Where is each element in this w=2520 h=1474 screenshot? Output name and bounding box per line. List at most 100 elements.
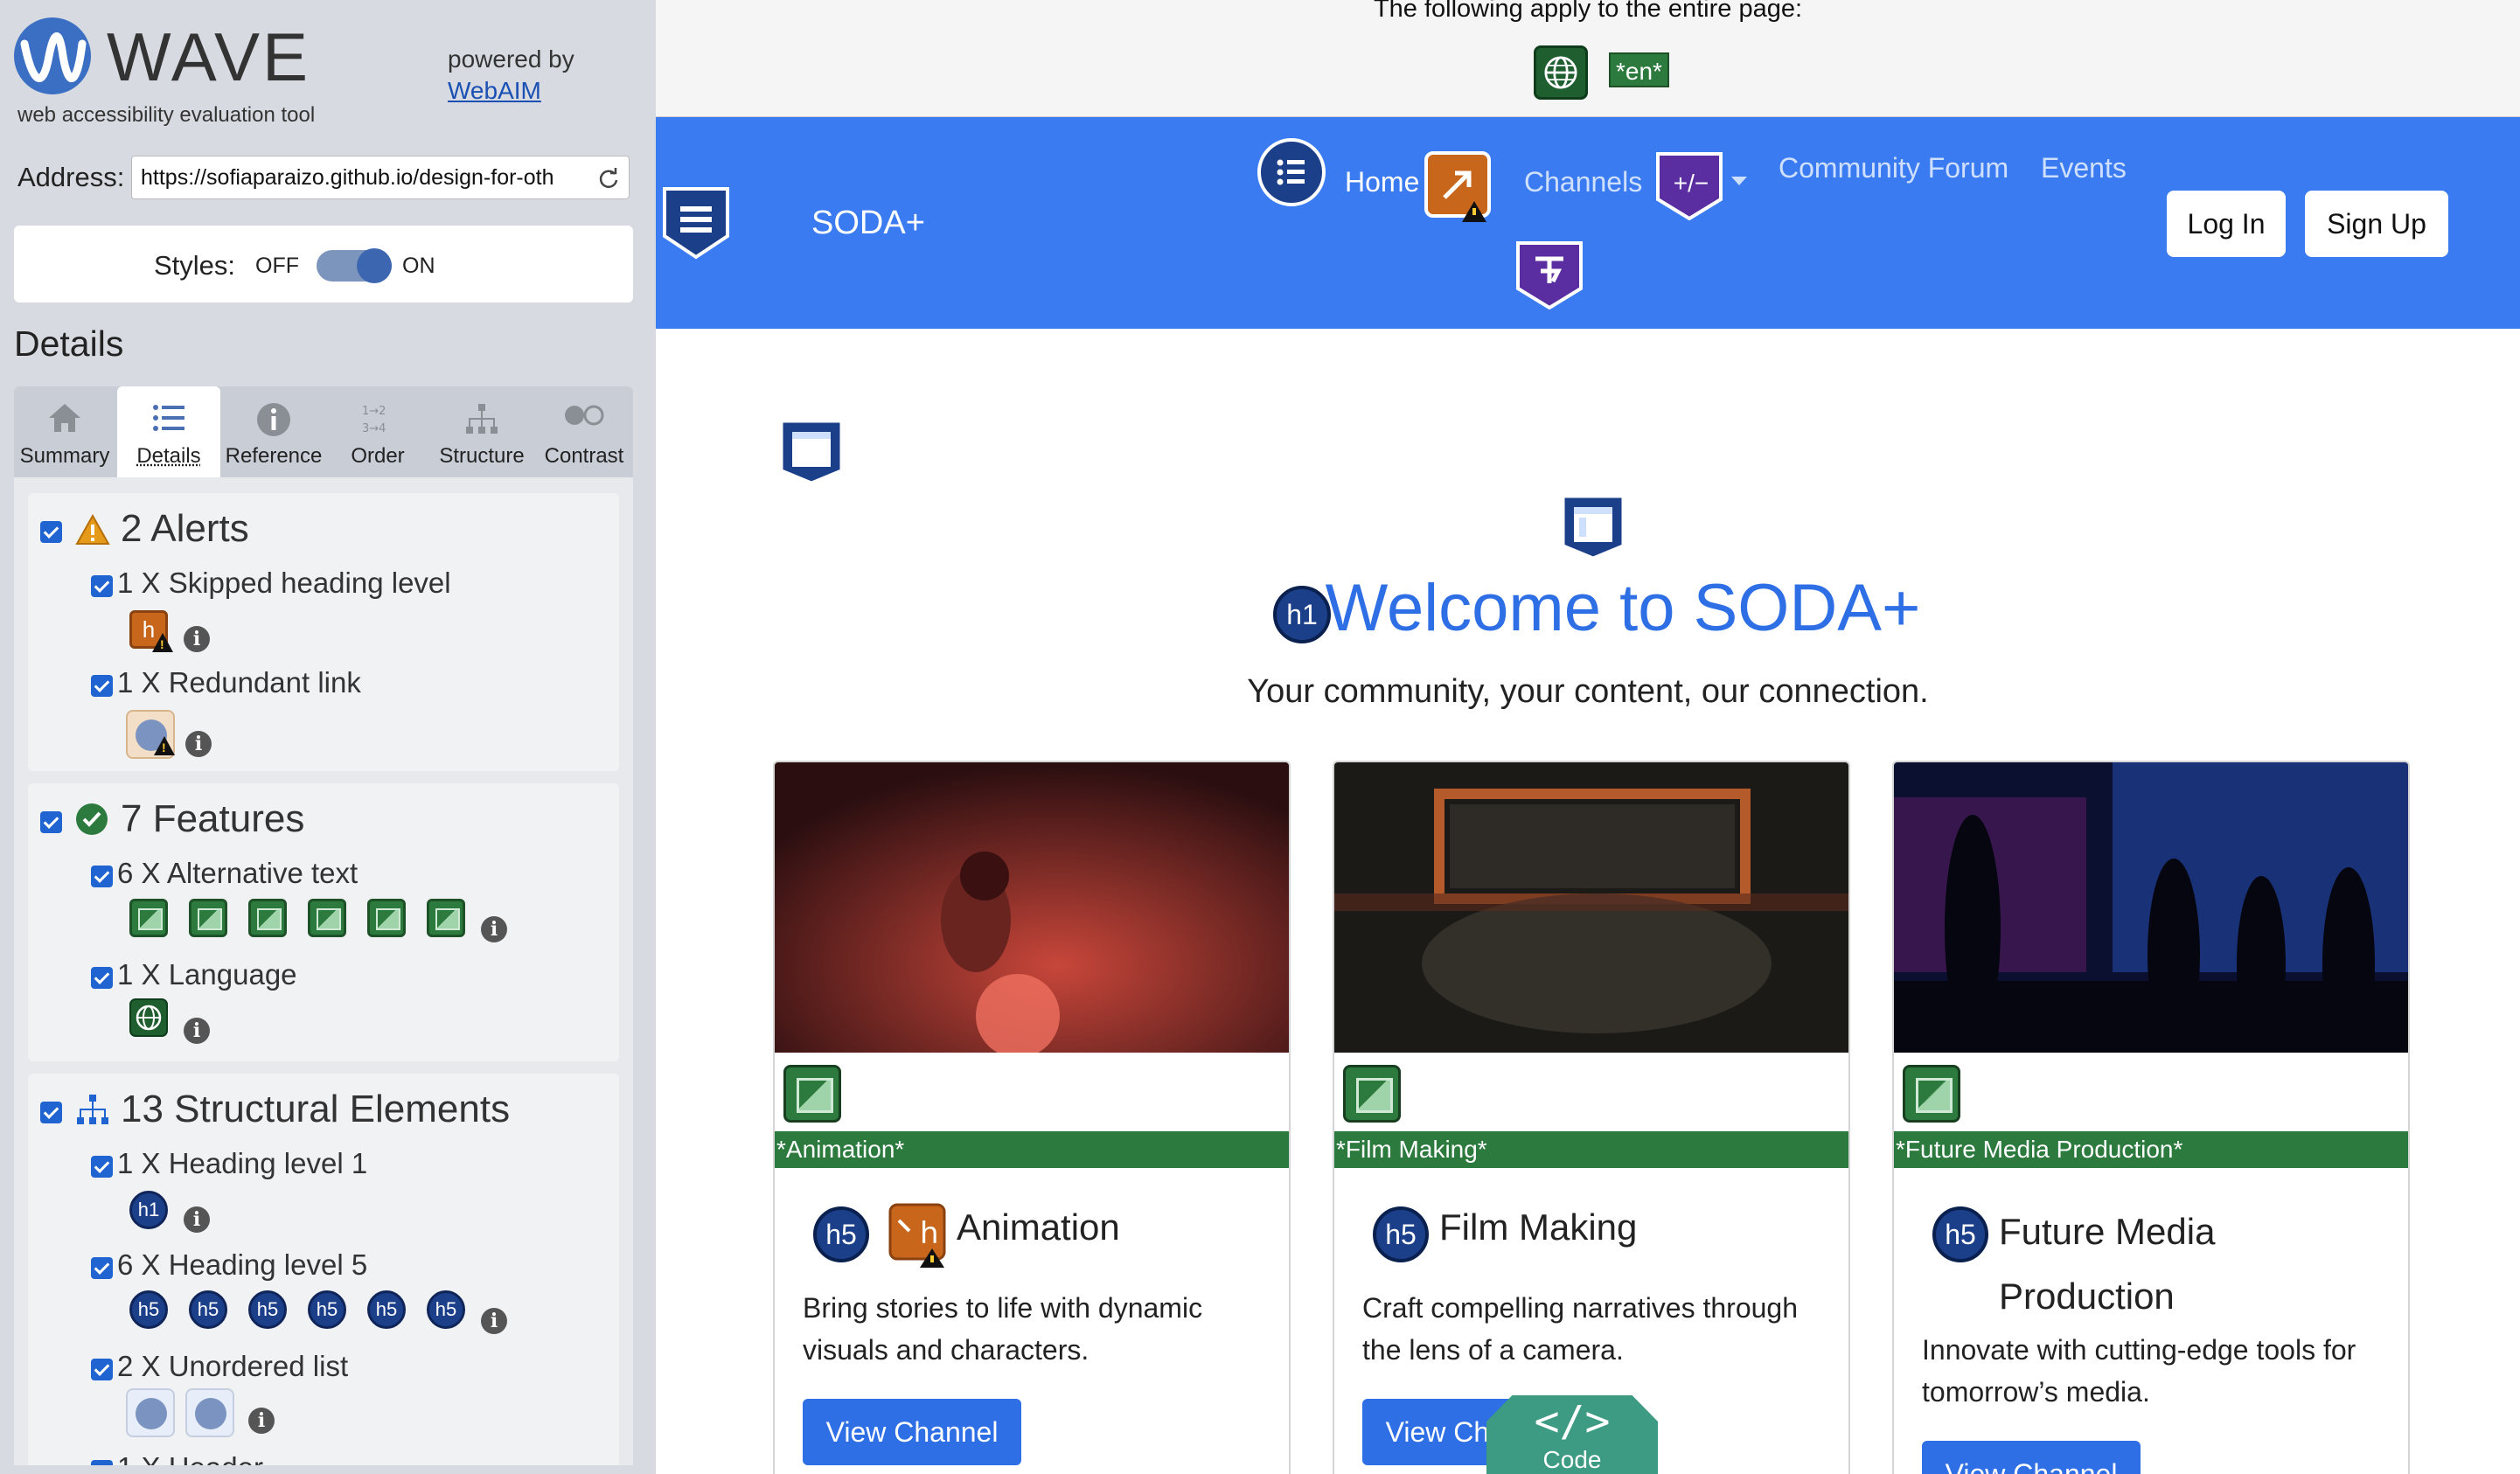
h5-badge-icon[interactable]: h5 — [367, 1290, 406, 1329]
header-checkbox[interactable] — [91, 1460, 113, 1465]
login-button[interactable]: Log In — [2167, 191, 2286, 257]
tab-contrast[interactable]: Contrast — [535, 386, 633, 477]
structure-icon — [466, 404, 498, 434]
alt-text-icon[interactable] — [189, 899, 227, 937]
list-icon — [153, 405, 184, 431]
nav-channels-link[interactable]: Channels — [1524, 166, 1642, 198]
language-checkbox[interactable] — [91, 967, 113, 989]
nav-events-link[interactable]: Events — [2041, 152, 2127, 184]
globe-icon[interactable] — [129, 998, 168, 1037]
warning-icon — [154, 736, 175, 755]
code-tab-label: Code — [1542, 1446, 1602, 1473]
features-group: 7 Features 6 X Alternative text i 1 X La… — [28, 783, 619, 1061]
features-heading: 7 Features — [121, 797, 305, 840]
h1-checkbox[interactable] — [91, 1156, 113, 1178]
alt-text-icon[interactable] — [1343, 1065, 1401, 1123]
info-icon[interactable]: i — [185, 731, 212, 757]
h5-badge-icon[interactable]: h5 — [308, 1290, 346, 1329]
brand-link[interactable]: SODA+ — [811, 205, 925, 242]
language-badge[interactable]: *en* — [1609, 52, 1669, 87]
webaim-link[interactable]: WebAIM — [448, 75, 574, 107]
nav-forum-link[interactable]: Community Forum — [1779, 152, 2008, 184]
address-input[interactable]: https://sofiaparaizo.github.io/design-fo… — [131, 156, 630, 199]
skipped-heading-icon[interactable]: h — [888, 1203, 950, 1269]
card-text: Innovate with cutting-edge tools for tom… — [1922, 1334, 2356, 1408]
h5-badge-icon[interactable]: h5 — [427, 1290, 465, 1329]
address-value: https://sofiaparaizo.github.io/design-fo… — [141, 165, 554, 190]
h5-badge-icon[interactable]: h5 — [1373, 1206, 1429, 1262]
nav-home-link[interactable]: Home — [1345, 166, 1419, 198]
alt-text-icon[interactable] — [129, 899, 168, 937]
chevron-down-icon[interactable] — [1731, 177, 1747, 185]
info-icon[interactable]: i — [481, 1308, 507, 1334]
wave-tabs: Summary Details Reference 1→2 3→4 Order S… — [14, 386, 633, 477]
hero-subtitle: Your community, your content, our connec… — [1247, 673, 1929, 710]
hero-title: Welcome to SODA+ — [656, 570, 2520, 646]
h5-badge-icon[interactable]: h5 — [248, 1290, 287, 1329]
skipped-heading-checkbox[interactable] — [91, 575, 113, 597]
info-icon[interactable]: i — [248, 1408, 275, 1434]
info-icon[interactable]: i — [184, 1018, 210, 1044]
globe-icon[interactable] — [1534, 45, 1588, 100]
code-panel-tab[interactable]: </> Code — [1486, 1395, 1658, 1474]
features-checkbox[interactable] — [40, 811, 62, 833]
structure-icon — [77, 1095, 108, 1124]
info-icon[interactable]: i — [481, 916, 507, 942]
alt-text-icon[interactable] — [367, 899, 406, 937]
card-title: Future Media Production — [1999, 1211, 2216, 1317]
home-icon — [49, 404, 80, 432]
future-media-image — [1894, 762, 2408, 1053]
h1-badge-icon[interactable]: h1 — [129, 1191, 168, 1229]
feature-check-icon — [76, 803, 108, 835]
structural-checkbox[interactable] — [40, 1102, 62, 1123]
h5-badge-icon[interactable]: h5 — [1932, 1206, 1988, 1262]
tab-order[interactable]: 1→2 3→4 Order — [327, 386, 428, 477]
list-badge-icon[interactable] — [126, 1388, 175, 1437]
main-region-icon[interactable] — [778, 418, 845, 484]
header-shield-icon[interactable] — [661, 185, 731, 261]
reload-icon[interactable] — [597, 167, 620, 190]
h5-badge-icon[interactable]: h5 — [813, 1206, 869, 1262]
alt-text-icon[interactable] — [1903, 1065, 1960, 1123]
alt-text-item: 6 X Alternative text — [117, 857, 359, 889]
redundant-link-checkbox[interactable] — [91, 675, 113, 697]
alt-text-label: *Animation* — [775, 1131, 1289, 1168]
card-text: Craft compelling narratives through the … — [1362, 1292, 1799, 1366]
styles-toggle[interactable] — [317, 248, 392, 283]
navbar: SODA+ Home Channels +/− Community Forum … — [656, 117, 2520, 329]
structural-group: 13 Structural Elements 1 X Heading level… — [28, 1074, 619, 1465]
info-icon[interactable]: i — [184, 1206, 210, 1233]
ul-checkbox[interactable] — [91, 1359, 113, 1380]
h5-badge-icon[interactable]: h5 — [189, 1290, 227, 1329]
tab-summary[interactable]: Summary — [14, 386, 115, 477]
aria-icon[interactable] — [1514, 240, 1584, 309]
alt-text-icon[interactable] — [308, 899, 346, 937]
alt-text-checkbox[interactable] — [91, 866, 113, 887]
h5-checkbox[interactable] — [91, 1257, 113, 1279]
h5-badge-icon[interactable]: h5 — [129, 1290, 168, 1329]
alt-text-label: *Film Making* — [1334, 1131, 1848, 1168]
list-badge-icon[interactable] — [185, 1388, 234, 1437]
view-channel-button[interactable]: View Channel — [1922, 1441, 2141, 1474]
skipped-heading-item: 1 X Skipped heading level — [117, 567, 451, 599]
alert-icon — [75, 514, 110, 545]
alerts-checkbox[interactable] — [40, 521, 62, 543]
tab-details[interactable]: Details — [117, 386, 220, 477]
header-region-icon[interactable] — [1560, 493, 1626, 560]
styles-label: Styles: — [154, 250, 236, 281]
entire-page-text: The following apply to the entire page: — [1373, 0, 1803, 23]
redundant-link-icon[interactable] — [1424, 150, 1497, 224]
alt-text-icon[interactable] — [427, 899, 465, 937]
code-icon: </> — [1534, 1397, 1611, 1446]
list-icon[interactable] — [1257, 138, 1326, 206]
tab-label: Summary — [19, 444, 110, 468]
alt-text-icon[interactable] — [248, 899, 287, 937]
alt-text-icon[interactable] — [783, 1065, 841, 1123]
tab-structure[interactable]: Structure — [430, 386, 533, 477]
styles-off-label: OFF — [255, 254, 299, 278]
signup-button[interactable]: Sign Up — [2305, 191, 2448, 257]
tab-reference[interactable]: Reference — [222, 386, 325, 477]
info-icon[interactable]: i — [184, 626, 210, 652]
header-item: 1 X Header — [117, 1451, 263, 1465]
view-channel-button[interactable]: View Channel — [803, 1399, 1021, 1465]
